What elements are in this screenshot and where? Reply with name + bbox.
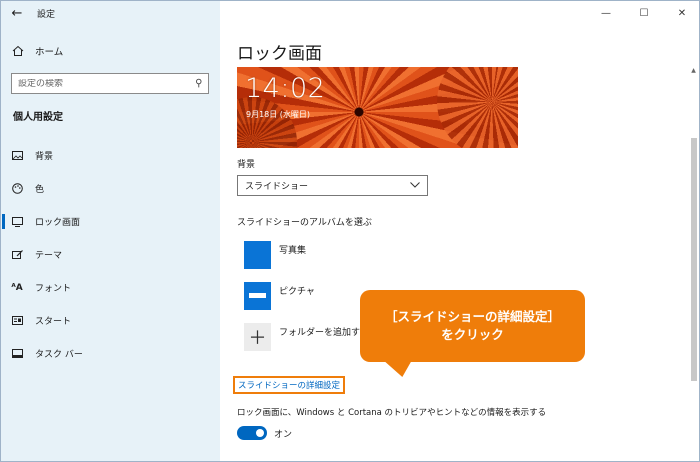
album-item-photos[interactable]: 写真集: [244, 241, 384, 271]
sidebar-item-label: テーマ: [35, 251, 63, 261]
sidebar-item-label: 色: [35, 185, 45, 195]
sidebar-item-font[interactable]: ᴬA フォント: [1, 271, 220, 304]
font-icon: ᴬA: [11, 282, 23, 293]
close-icon[interactable]: ✕: [663, 1, 699, 25]
tips-toggle[interactable]: [237, 426, 267, 440]
settings-window: ← 設定 ホーム ⚲ 個人用設定 背景: [0, 0, 700, 462]
toggle-state-label: オン: [274, 429, 293, 440]
nav-home[interactable]: ホーム: [1, 39, 220, 63]
picture-icon: [1, 151, 33, 160]
back-arrow-icon[interactable]: ←: [1, 1, 33, 25]
callout-line-2: をクリック: [441, 327, 504, 342]
background-dropdown[interactable]: スライドショー: [237, 175, 428, 196]
background-dropdown-value: スライドショー: [245, 182, 309, 192]
chevron-down-icon: [410, 181, 420, 191]
search-icon[interactable]: ⚲: [195, 78, 202, 89]
search-field[interactable]: ⚲: [11, 73, 209, 94]
album-name: ピクチャ: [279, 287, 315, 297]
section-title: 個人用設定: [13, 112, 63, 123]
sidebar-item-color[interactable]: 色: [1, 172, 220, 205]
nav-list: 背景 色 ロック画面 テーマ ᴬA フォント スタート タスク バー: [1, 139, 220, 370]
lock-screen-icon: [1, 216, 33, 227]
start-icon: [1, 316, 33, 325]
search-input[interactable]: [18, 78, 195, 89]
taskbar-icon: [1, 349, 33, 358]
minimize-icon[interactable]: —: [587, 1, 625, 25]
maximize-icon[interactable]: ☐: [625, 1, 663, 25]
add-folder-label: フォルダーを追加する: [279, 328, 370, 338]
window-controls: — ☐ ✕: [220, 1, 699, 25]
preview-time: 14:02: [245, 73, 326, 104]
tips-toggle-row: オン: [237, 426, 292, 440]
app-title: 設定: [37, 9, 56, 20]
instruction-callout: ［スライドショーの詳細設定］ をクリック: [360, 290, 585, 362]
sidebar-item-background[interactable]: 背景: [1, 139, 220, 172]
sidebar-item-label: フォント: [35, 284, 72, 294]
album-label: スライドショーのアルバムを選ぶ: [237, 218, 372, 228]
sidebar: ← 設定 ホーム ⚲ 個人用設定 背景: [1, 1, 220, 461]
sidebar-item-lock-screen[interactable]: ロック画面: [1, 205, 220, 238]
album-thumbnail: [244, 282, 271, 310]
brush-icon: [1, 249, 33, 260]
sidebar-item-label: 背景: [35, 152, 54, 162]
titlebar: ← 設定: [1, 1, 220, 25]
callout-line-1: ［スライドショーの詳細設定］: [384, 308, 560, 324]
slideshow-settings-link[interactable]: スライドショーの詳細設定: [233, 376, 346, 394]
scroll-up-icon[interactable]: ▲: [688, 65, 699, 75]
page-title: ロック画面: [237, 44, 322, 64]
background-label: 背景: [237, 160, 256, 170]
preview-image-decoration: [437, 67, 518, 148]
sidebar-item-theme[interactable]: テーマ: [1, 238, 220, 271]
sidebar-item-label: ロック画面: [35, 218, 81, 228]
home-icon: [1, 45, 35, 57]
scroll-thumb[interactable]: [691, 138, 697, 381]
sidebar-item-label: タスク バー: [35, 350, 83, 360]
sidebar-item-start[interactable]: スタート: [1, 304, 220, 337]
nav-home-label: ホーム: [35, 47, 64, 58]
album-thumbnail: [244, 241, 271, 269]
preview-date: 9月18日 (水曜日): [246, 110, 311, 119]
preview-image-decoration: [237, 97, 297, 148]
plus-icon: ＋: [244, 323, 271, 351]
palette-icon: [1, 183, 33, 194]
tips-label: ロック画面に、Windows と Cortana のトリビアやヒントなどの情報を…: [237, 408, 547, 418]
scrollbar[interactable]: ▲: [688, 65, 699, 461]
sidebar-item-taskbar[interactable]: タスク バー: [1, 337, 220, 370]
album-name: 写真集: [279, 246, 307, 256]
lock-screen-preview: 14:02 9月18日 (水曜日): [237, 67, 518, 148]
sidebar-item-label: スタート: [35, 317, 72, 327]
